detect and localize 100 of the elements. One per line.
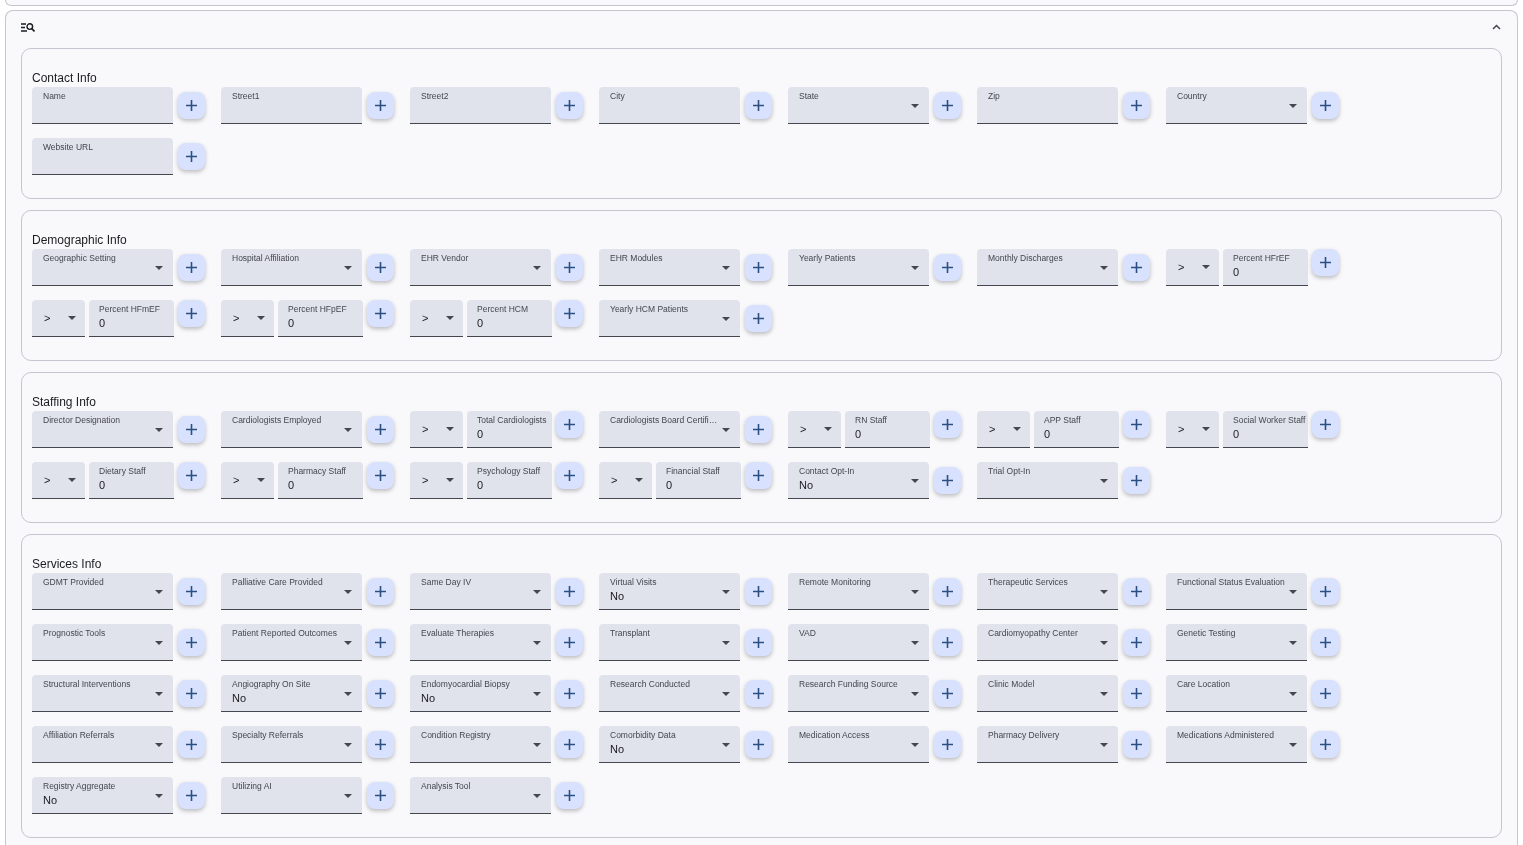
add-button[interactable] [1123, 411, 1150, 438]
text-field[interactable]: Street2 [410, 87, 551, 124]
add-button[interactable] [556, 782, 583, 809]
dropdown-field[interactable]: Analysis Tool [410, 777, 551, 814]
dropdown-field[interactable]: Patient Reported Outcomes [221, 624, 362, 661]
add-button[interactable] [1312, 629, 1339, 656]
dropdown-field[interactable]: Research Conducted [599, 675, 740, 712]
dropdown-field[interactable]: Condition Registry [410, 726, 551, 763]
add-button[interactable] [1123, 254, 1150, 281]
add-button[interactable] [1123, 680, 1150, 707]
add-button[interactable] [367, 462, 394, 489]
add-button[interactable] [1312, 249, 1339, 276]
add-button[interactable] [1312, 731, 1339, 758]
add-button[interactable] [178, 254, 205, 281]
operator-dropdown[interactable]: > [1166, 249, 1219, 286]
add-button[interactable] [556, 629, 583, 656]
dropdown-field[interactable]: Evaluate Therapies [410, 624, 551, 661]
add-button[interactable] [367, 92, 394, 119]
dropdown-field[interactable]: Medications Administered [1166, 726, 1307, 763]
add-button[interactable] [367, 254, 394, 281]
add-button[interactable] [934, 680, 961, 707]
number-field[interactable]: Dietary Staff 0 [89, 462, 174, 499]
add-button[interactable] [178, 629, 205, 656]
add-button[interactable] [1123, 731, 1150, 758]
dropdown-field[interactable]: Functional Status Evaluation [1166, 573, 1307, 610]
add-button[interactable] [745, 416, 772, 443]
add-button[interactable] [367, 680, 394, 707]
add-button[interactable] [556, 300, 583, 327]
dropdown-field[interactable]: Cardiologists Board Certifi… [599, 411, 740, 448]
add-button[interactable] [556, 731, 583, 758]
text-field[interactable]: Street1 [221, 87, 362, 124]
dropdown-field[interactable]: Comorbidity Data No [599, 726, 740, 763]
add-button[interactable] [934, 411, 961, 438]
dropdown-field[interactable]: Clinic Model [977, 675, 1118, 712]
add-button[interactable] [178, 300, 205, 327]
add-button[interactable] [1123, 467, 1150, 494]
dropdown-field[interactable]: EHR Modules [599, 249, 740, 286]
add-button[interactable] [934, 467, 961, 494]
number-field[interactable]: Percent HFpEF 0 [278, 300, 363, 337]
dropdown-field[interactable]: VAD [788, 624, 929, 661]
add-button[interactable] [556, 578, 583, 605]
add-button[interactable] [745, 462, 772, 489]
dropdown-field[interactable]: Endomyocardial Biopsy No [410, 675, 551, 712]
dropdown-field[interactable]: Remote Monitoring [788, 573, 929, 610]
add-button[interactable] [556, 254, 583, 281]
dropdown-field[interactable]: Cardiologists Employed [221, 411, 362, 448]
add-button[interactable] [934, 92, 961, 119]
dropdown-field[interactable]: Specialty Referrals [221, 726, 362, 763]
dropdown-field[interactable]: Care Location [1166, 675, 1307, 712]
add-button[interactable] [745, 629, 772, 656]
dropdown-field[interactable]: Utilizing AI [221, 777, 362, 814]
add-button[interactable] [1312, 680, 1339, 707]
add-button[interactable] [745, 305, 772, 332]
add-button[interactable] [367, 300, 394, 327]
operator-dropdown[interactable]: > [32, 462, 85, 499]
dropdown-field[interactable]: Transplant [599, 624, 740, 661]
add-button[interactable] [367, 416, 394, 443]
dropdown-field[interactable]: Trial Opt-In [977, 462, 1118, 499]
add-button[interactable] [745, 92, 772, 119]
add-button[interactable] [934, 731, 961, 758]
chevron-up-icon[interactable] [1492, 24, 1501, 30]
operator-dropdown[interactable]: > [599, 462, 652, 499]
operator-dropdown[interactable]: > [32, 300, 85, 337]
text-field[interactable]: Zip [977, 87, 1118, 124]
add-button[interactable] [556, 92, 583, 119]
add-button[interactable] [367, 578, 394, 605]
add-button[interactable] [178, 782, 205, 809]
dropdown-field[interactable]: EHR Vendor [410, 249, 551, 286]
number-field[interactable]: Social Worker Staff 0 [1223, 411, 1308, 448]
dropdown-field[interactable]: Registry Aggregate No [32, 777, 173, 814]
text-field[interactable]: Website URL [32, 138, 173, 175]
dropdown-field[interactable]: Contact Opt-In No [788, 462, 929, 499]
add-button[interactable] [1123, 578, 1150, 605]
add-button[interactable] [367, 782, 394, 809]
add-button[interactable] [1123, 629, 1150, 656]
add-button[interactable] [178, 578, 205, 605]
number-field[interactable]: Financial Staff 0 [656, 462, 741, 499]
dropdown-field[interactable]: Director Designation [32, 411, 173, 448]
add-button[interactable] [745, 254, 772, 281]
operator-dropdown[interactable]: > [221, 300, 274, 337]
dropdown-field[interactable]: Pharmacy Delivery [977, 726, 1118, 763]
dropdown-field[interactable]: Affiliation Referrals [32, 726, 173, 763]
add-button[interactable] [556, 680, 583, 707]
dropdown-field[interactable]: Medication Access [788, 726, 929, 763]
dropdown-field[interactable]: Geographic Setting [32, 249, 173, 286]
add-button[interactable] [934, 629, 961, 656]
add-button[interactable] [178, 143, 205, 170]
add-button[interactable] [178, 416, 205, 443]
add-button[interactable] [934, 578, 961, 605]
dropdown-field[interactable]: Therapeutic Services [977, 573, 1118, 610]
dropdown-field[interactable]: Palliative Care Provided [221, 573, 362, 610]
operator-dropdown[interactable]: > [410, 411, 463, 448]
dropdown-field[interactable]: Genetic Testing [1166, 624, 1307, 661]
dropdown-field[interactable]: Virtual Visits No [599, 573, 740, 610]
add-button[interactable] [556, 462, 583, 489]
number-field[interactable]: RN Staff 0 [845, 411, 930, 448]
add-button[interactable] [178, 731, 205, 758]
dropdown-field[interactable]: Angiography On Site No [221, 675, 362, 712]
number-field[interactable]: Percent HCM 0 [467, 300, 552, 337]
add-button[interactable] [745, 578, 772, 605]
